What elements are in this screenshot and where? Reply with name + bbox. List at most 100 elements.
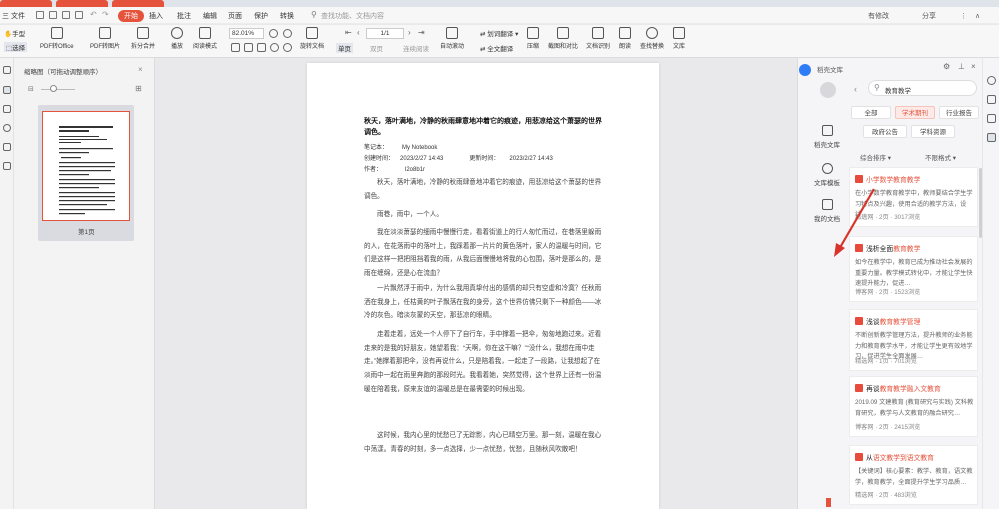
menu-protect[interactable]: 保护 — [254, 11, 268, 21]
actual-size-icon[interactable] — [257, 43, 266, 52]
thumbnail-icon[interactable] — [3, 86, 11, 94]
chip-journals[interactable]: 学术期刊 — [895, 106, 935, 119]
panel-badge-icon[interactable] — [799, 64, 811, 76]
result-card[interactable]: 浅谈教育教学管理 不断创新教学管理方法，提升教师的业务能力和教育教学水平，才能让… — [849, 309, 978, 371]
zoom-icon[interactable] — [987, 76, 996, 85]
file-menu[interactable]: 三 文件 — [2, 11, 25, 21]
menu-edit[interactable]: 编辑 — [203, 11, 217, 21]
last-page-icon[interactable]: ⇥ — [418, 28, 425, 37]
menu-comment[interactable]: 批注 — [177, 11, 191, 21]
play-button[interactable]: 播放 — [171, 27, 183, 50]
double-page-button[interactable]: 双页 — [370, 43, 383, 53]
open-icon[interactable] — [49, 11, 57, 19]
zoom-select[interactable]: 82.01% — [229, 28, 264, 39]
slider-handle[interactable] — [50, 85, 57, 92]
fit-page-icon[interactable] — [244, 43, 253, 52]
continuous-button[interactable]: 连续阅读 — [403, 43, 429, 53]
pdf-to-image-button[interactable]: PDF转图片 — [90, 27, 120, 50]
toolbar: ✋手型 ⬚选择 PDF转Office PDF转图片 拆分合并 播放 阅读模式 8… — [0, 25, 999, 58]
first-page-icon[interactable]: ⇤ — [345, 28, 352, 37]
rotate-right-icon[interactable] — [283, 43, 292, 52]
result-card[interactable]: 从语文教学到语文教育 【关键词】核心要素：教学、教育，语文教学，教育教学，全面提… — [849, 445, 978, 505]
redo-icon[interactable]: ↷ — [102, 10, 109, 19]
pin-icon[interactable]: ⊥ — [958, 62, 965, 71]
zoom-in-icon[interactable] — [283, 29, 292, 38]
tab-3[interactable] — [112, 0, 164, 7]
split-merge-button[interactable]: 拆分合并 — [131, 27, 155, 50]
translate-menu[interactable]: ⇄ 划词翻译 ▾ — [480, 28, 518, 38]
chip-gov[interactable]: 政府公告 — [863, 125, 907, 138]
read-mode-label: 阅读模式 — [193, 44, 218, 50]
zoom-large-icon[interactable]: ⊞ — [135, 84, 142, 93]
auto-scroll-button[interactable]: 自动滚动 — [440, 27, 464, 50]
menu-insert[interactable]: 插入 — [149, 11, 163, 21]
share-button[interactable]: 分享 — [922, 11, 936, 21]
single-page-button[interactable]: 单页 — [336, 43, 353, 53]
hand-tool[interactable]: ✋手型 — [4, 28, 25, 38]
page-input[interactable]: 1/1 — [366, 28, 404, 39]
play-icon — [171, 27, 183, 39]
tab-1[interactable] — [0, 0, 52, 7]
bookmark-icon[interactable] — [3, 66, 11, 74]
attachment-icon[interactable] — [3, 124, 11, 132]
library-label: 文库 — [673, 44, 686, 50]
nav-templates[interactable]: 文库模板 — [810, 163, 844, 187]
menu-start[interactable]: 开始 — [118, 10, 144, 22]
print-icon[interactable] — [75, 11, 83, 19]
menu-page[interactable]: 页面 — [228, 11, 242, 21]
doc-library-button[interactable]: 文库 — [673, 27, 685, 50]
pdf-to-office-button[interactable]: PDF转Office — [40, 27, 74, 50]
tab-2[interactable] — [56, 0, 108, 7]
result-card[interactable]: 再谈教育教学融入文教育 2019.09 文建教育 (教育研究与实践) 文科教育研… — [849, 376, 978, 437]
prev-page-icon[interactable]: ‹ — [357, 28, 360, 37]
library-search-input[interactable]: ⚲ 教育教学 — [868, 80, 977, 96]
more-icon[interactable]: ⋮ — [960, 12, 967, 20]
modified-status[interactable]: 有修改 — [868, 11, 889, 21]
find-replace-button[interactable]: 查找替换 — [640, 27, 664, 50]
rotate-doc-button[interactable]: 旋转文档 — [300, 27, 324, 50]
adjust-icon[interactable] — [987, 95, 996, 104]
read-aloud-button[interactable]: 朗读 — [619, 27, 631, 50]
text-recog-label: 文档识别 — [586, 44, 611, 50]
menu-convert[interactable]: 转换 — [280, 11, 294, 21]
avatar[interactable] — [820, 82, 836, 98]
rotate-left-icon[interactable] — [270, 43, 279, 52]
library-panel-icon[interactable] — [987, 133, 996, 142]
meta-key: 更新时间： — [469, 156, 500, 162]
undo-icon[interactable]: ↶ — [90, 10, 97, 19]
signature-icon[interactable] — [3, 143, 11, 151]
sort-dropdown[interactable]: 综合排序 ▾ — [860, 152, 891, 162]
thumbnail-card[interactable]: 第1页 — [38, 105, 134, 241]
title-bar — [0, 0, 999, 7]
thumbnail-title: 缩略图（可拖动调整顺序） — [24, 69, 102, 76]
select-tool[interactable]: ⬚选择 — [4, 42, 28, 52]
next-page-icon[interactable]: › — [408, 28, 411, 37]
back-icon[interactable]: ‹ — [854, 84, 857, 94]
chip-all[interactable]: 全部 — [851, 106, 891, 119]
fit-width-icon[interactable] — [231, 43, 240, 52]
chip-reports[interactable]: 行业报告 — [939, 106, 979, 119]
zoom-out-icon[interactable] — [269, 29, 278, 38]
save-icon[interactable] — [62, 11, 70, 19]
menu-search-input[interactable]: 查找功能、文档内容 — [321, 11, 384, 21]
comment-icon[interactable] — [3, 105, 11, 113]
zoom-small-icon[interactable]: ⊟ — [28, 85, 34, 93]
meta-value: 2023/2/27 14:43 — [509, 156, 553, 162]
panel-close-icon[interactable]: × — [971, 62, 976, 71]
tools-icon[interactable] — [987, 114, 996, 123]
home-icon[interactable] — [36, 11, 44, 19]
layers-icon[interactable] — [3, 162, 11, 170]
text-recog-button[interactable]: 文档识别 — [586, 27, 610, 50]
chip-subjects[interactable]: 学科资源 — [911, 125, 955, 138]
compress-button[interactable]: 压缩 — [527, 27, 539, 50]
full-translate-button[interactable]: ⇄ 全文翻译 — [480, 43, 513, 53]
settings-icon[interactable]: ⚙ — [943, 62, 950, 71]
screenshot-compare-button[interactable]: 截图和对比 — [548, 27, 578, 50]
close-icon[interactable]: × — [138, 65, 143, 74]
thumb-size-slider[interactable] — [41, 89, 75, 90]
format-dropdown[interactable]: 不限格式 ▾ — [925, 152, 956, 162]
collapse-icon[interactable]: ∧ — [975, 12, 980, 20]
nav-doc-library[interactable]: 稻壳文库 — [810, 125, 844, 149]
read-mode-button[interactable]: 阅读模式 — [193, 27, 217, 50]
pdf-page: 秋天，落叶满地，冷静的秋雨肆意地冲着它的痕迹，用悲凉给这个萧瑟的世界调色。 笔记… — [307, 63, 659, 509]
